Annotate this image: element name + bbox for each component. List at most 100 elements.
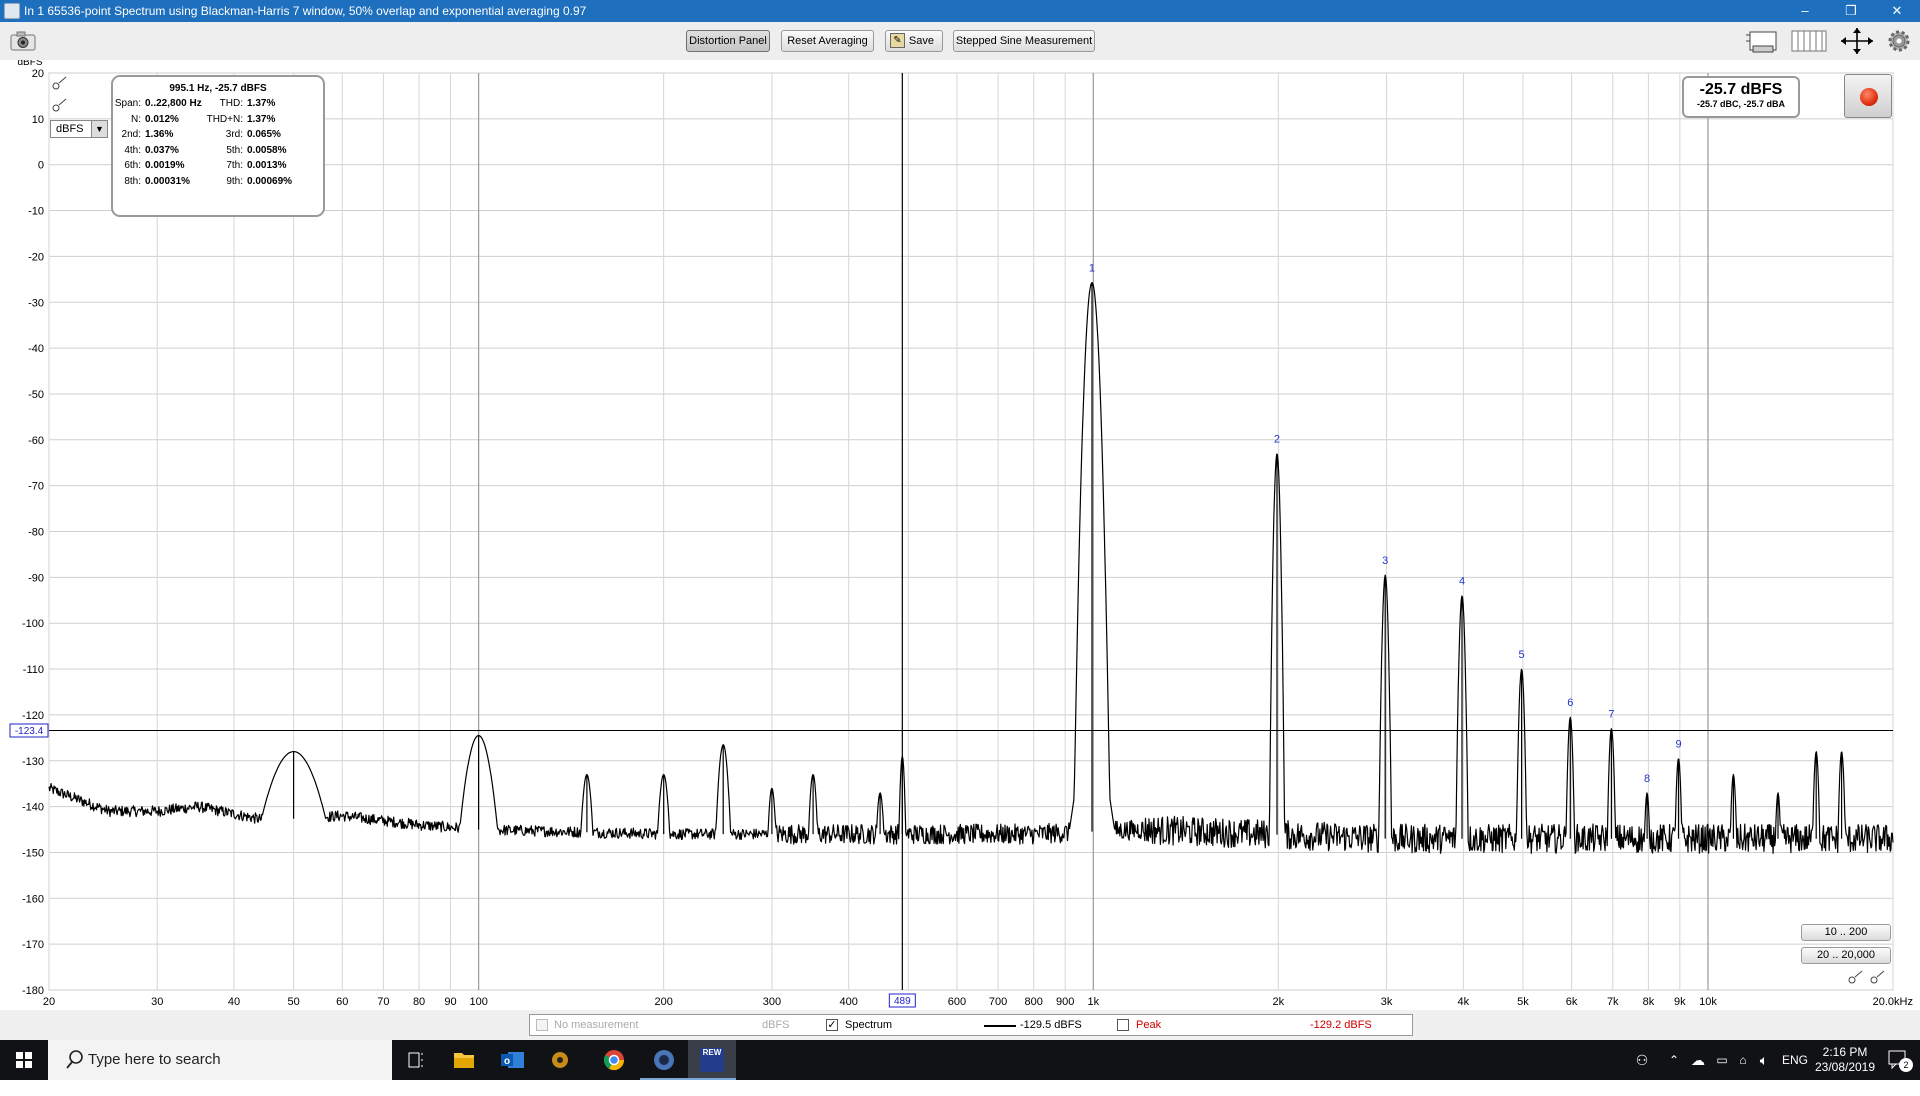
harmonic-marker-3: 3 xyxy=(1382,555,1388,567)
no-measurement-unit: dBFS xyxy=(762,1019,790,1031)
language-indicator[interactable]: ENG xyxy=(1780,1040,1810,1080)
x-tick-label: 3k xyxy=(1381,996,1393,1008)
cloud-icon[interactable]: ☁ xyxy=(1688,1040,1708,1080)
network-icon[interactable]: ⌂ xyxy=(1734,1040,1752,1080)
x-tick-label: 600 xyxy=(948,996,966,1008)
camera-icon[interactable] xyxy=(8,30,38,52)
peak-value: -129.2 dBFS xyxy=(1310,1019,1372,1031)
spectrum-checkbox[interactable]: ✓ xyxy=(826,1019,838,1031)
zoom-in-y-icon[interactable] xyxy=(52,76,68,90)
record-icon xyxy=(1860,88,1878,106)
file-explorer-icon[interactable] xyxy=(440,1040,488,1080)
record-button[interactable] xyxy=(1844,74,1892,118)
y-tick-label: -110 xyxy=(23,664,44,676)
distortion-key: 7th: xyxy=(226,160,243,171)
x-tick-label: 6k xyxy=(1566,996,1578,1008)
distortion-row: N: 0.012% THD+N: 1.37% xyxy=(113,114,323,130)
save-button[interactable]: ✎ Save xyxy=(885,30,943,52)
y-tick-label: -60 xyxy=(28,435,44,447)
x-tick-label: 60 xyxy=(336,996,348,1008)
volume-icon[interactable]: 🔈︎ xyxy=(1754,1040,1774,1080)
minimize-button[interactable]: – xyxy=(1782,0,1828,22)
start-button[interactable] xyxy=(0,1040,48,1080)
x-tick-label: 100 xyxy=(469,996,487,1008)
y-tick-label: -70 xyxy=(28,481,44,493)
move-arrows-icon[interactable] xyxy=(1838,27,1876,55)
y-tick-label: -80 xyxy=(28,527,44,539)
distortion-row: 4th: 0.037% 5th: 0.0058% xyxy=(113,145,323,161)
y-tick-label: -10 xyxy=(28,206,44,218)
chrome-icon[interactable] xyxy=(590,1040,638,1080)
spectrum-value: -129.5 dBFS xyxy=(1020,1019,1082,1031)
y-tick-label: -100 xyxy=(22,618,44,630)
harmonic-marker-1: 1 xyxy=(1089,263,1095,275)
gear-icon[interactable] xyxy=(1886,27,1912,55)
range-10-200-button[interactable]: 10 .. 200 xyxy=(1801,924,1891,941)
close-button[interactable]: ✕ xyxy=(1874,0,1920,22)
rew-icon[interactable]: REW xyxy=(688,1040,736,1080)
range-20-20000-button[interactable]: 20 .. 20,000 xyxy=(1801,947,1891,964)
taskbar-search[interactable]: Type here to search xyxy=(48,1040,392,1080)
peak-checkbox[interactable] xyxy=(1117,1019,1129,1031)
app2-icon[interactable] xyxy=(640,1040,688,1080)
people-icon[interactable]: ⚇ xyxy=(1630,1040,1654,1080)
rew-label: REW xyxy=(700,1048,724,1072)
y-tick-label: -40 xyxy=(28,343,44,355)
window-title: In 1 65536-point Spectrum using Blackman… xyxy=(24,4,587,18)
y-tick-label: 10 xyxy=(32,114,44,126)
distortion-value: 0.00069% xyxy=(247,175,293,187)
app-icon[interactable] xyxy=(536,1040,584,1080)
distortion-key: 9th: xyxy=(226,175,243,187)
x-tick-label: 900 xyxy=(1056,996,1074,1008)
y-axis-unit: dBFS xyxy=(17,60,42,68)
clock-date: 23/08/2019 xyxy=(1814,1060,1876,1074)
zoom-out-y-icon[interactable] xyxy=(52,98,68,112)
zoom-out-x-icon[interactable] xyxy=(1870,970,1886,984)
x-tick-label: 1k xyxy=(1087,996,1099,1008)
y-tick-label: -30 xyxy=(28,297,44,309)
maximize-button[interactable]: ❐ xyxy=(1828,0,1874,22)
unit-select[interactable]: dBFS ▼ xyxy=(50,120,108,138)
distortion-value: 1.37% xyxy=(247,98,276,109)
spectrum-line-swatch xyxy=(984,1025,1016,1027)
zoom-in-x-icon[interactable] xyxy=(1848,970,1864,984)
y-tick-label: -150 xyxy=(22,847,44,859)
distortion-panel-button[interactable]: Distortion Panel xyxy=(686,30,770,52)
notification-icon[interactable]: 2 xyxy=(1880,1040,1916,1080)
outlook-icon[interactable]: o xyxy=(488,1040,536,1080)
layout-icon[interactable] xyxy=(1744,27,1780,55)
peak-label: Peak xyxy=(1136,1019,1162,1031)
x-tick-label: 5k xyxy=(1517,996,1529,1008)
harmonic-marker-8: 8 xyxy=(1644,773,1650,785)
windows-icon xyxy=(16,1052,32,1068)
distortion-key: Span: xyxy=(114,98,141,109)
stepped-sine-button[interactable]: Stepped Sine Measurement xyxy=(953,30,1095,52)
distortion-value: 0.0058% xyxy=(247,144,287,156)
task-view-icon[interactable] xyxy=(392,1040,440,1080)
clock[interactable]: 2:16 PM 23/08/2019 xyxy=(1812,1040,1878,1080)
no-measurement-label: No measurement xyxy=(554,1019,639,1031)
save-icon: ✎ xyxy=(890,33,905,48)
notification-count: 2 xyxy=(1899,1058,1913,1072)
chart-grid xyxy=(48,72,1894,991)
battery-icon[interactable]: ▭ xyxy=(1712,1040,1732,1080)
no-measurement-checkbox[interactable] xyxy=(536,1019,548,1031)
x-tick-label: 7k xyxy=(1607,996,1619,1008)
x-tick-label: 8k xyxy=(1643,996,1655,1008)
reset-averaging-button[interactable]: Reset Averaging xyxy=(781,30,874,52)
distortion-panel: 995.1 Hz, -25.7 dBFS Span: 0..22,800 Hz TH… xyxy=(111,75,325,217)
x-tick-label: 4k xyxy=(1458,996,1470,1008)
legend-bar: No measurement dBFS ✓ Spectrum -129.5 dB… xyxy=(0,1010,1920,1040)
cursor-x-value: 489 xyxy=(894,996,911,1007)
distortion-key: 2nd: xyxy=(121,129,141,140)
columns-icon[interactable] xyxy=(1790,27,1828,55)
distortion-row: 8th: 0.00031% 9th: 0.00069% xyxy=(113,176,323,192)
y-tick-label: -50 xyxy=(28,389,44,401)
taskbar: Type here to search o REW ⚇ ⌃ ☁ ▭ ⌂ 🔈︎ E… xyxy=(0,1040,1920,1080)
x-tick-label: 20.0kHz xyxy=(1873,996,1913,1008)
chevron-up-icon[interactable]: ⌃ xyxy=(1665,1040,1683,1080)
distortion-key: THD+N: xyxy=(206,113,243,125)
distortion-key: 3rd: xyxy=(225,129,243,140)
distortion-row: Span: 0..22,800 Hz THD: 1.37% xyxy=(113,98,323,114)
cursor-x-label: 489 xyxy=(888,993,916,1008)
